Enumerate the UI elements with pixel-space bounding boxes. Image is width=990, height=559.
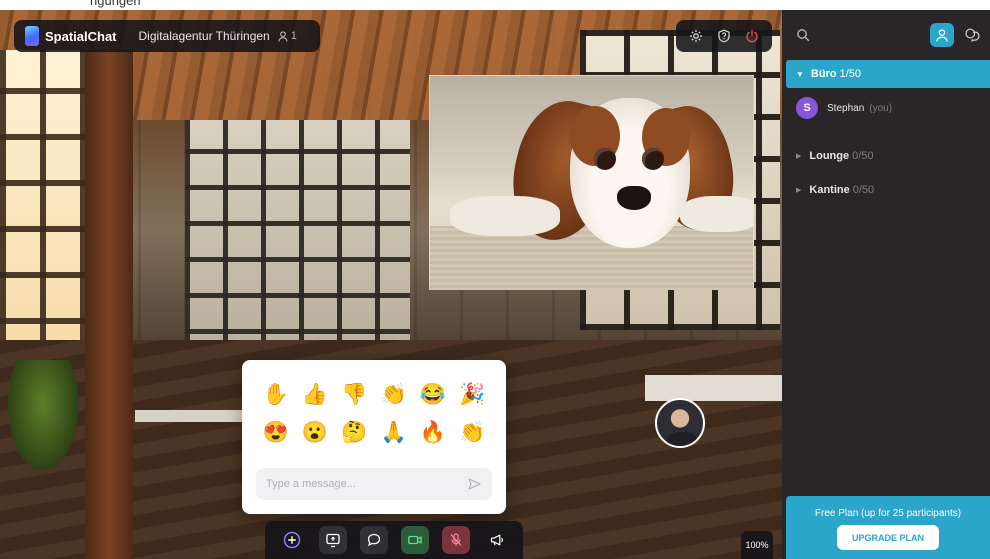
camera-icon[interactable] <box>400 526 429 554</box>
chat-icon[interactable] <box>359 526 388 554</box>
dog-paw-right <box>680 196 753 232</box>
app-name: SpatialChat <box>45 28 117 44</box>
room-name-label: Lounge <box>809 150 850 162</box>
message-input[interactable] <box>266 478 466 490</box>
desk-decor-right <box>645 375 782 401</box>
emoji-surprised[interactable]: 😮 <box>295 420 334 446</box>
emoji-heart-eyes[interactable]: 😍 <box>256 420 295 446</box>
emoji-thumbs-up[interactable]: 👍 <box>295 382 334 408</box>
right-sidebar: ▼ Büro 1/50 S Stephan (you) ▶ Lounge 0/5… <box>782 10 990 559</box>
emoji-chat-popup: ✋ 👍 👎 👏 😂 🎉 😍 😮 🤔 🙏 🔥 👏 <box>242 360 506 514</box>
user-webcam-avatar[interactable] <box>655 398 705 448</box>
plant-decor <box>8 360 78 470</box>
add-icon[interactable] <box>278 526 306 554</box>
chat-bubbles-icon[interactable] <box>962 25 982 45</box>
message-box <box>256 468 492 500</box>
dog-eye-left <box>594 148 616 170</box>
emoji-grid: ✋ 👍 👎 👏 😂 🎉 😍 😮 🤔 🙏 🔥 👏 <box>256 382 492 446</box>
participant-count[interactable]: 1 <box>278 30 297 42</box>
help-icon[interactable] <box>714 26 734 46</box>
emoji-pray[interactable]: 🙏 <box>374 420 413 446</box>
room-name-label: Kantine <box>809 184 850 196</box>
caret-right-icon: ▶ <box>796 187 802 194</box>
room-name-label: Büro <box>810 68 837 80</box>
emoji-raised-hand[interactable]: ✋ <box>256 382 295 408</box>
dog-nose <box>617 186 651 210</box>
plan-banner: Free Plan (up for 25 participants) UPGRA… <box>786 496 990 559</box>
app-window: ngungen SpatialChat Digitalagentur Thüri… <box>0 0 990 559</box>
window-decor-middle <box>185 120 410 370</box>
upgrade-plan-button[interactable]: UPGRADE PLAN <box>837 525 939 550</box>
emoji-clap[interactable]: 👏 <box>374 382 413 408</box>
sidebar-header <box>782 10 990 60</box>
room-name[interactable]: Digitalagentur Thüringen <box>139 29 270 43</box>
desk-decor-left <box>135 410 255 422</box>
emoji-thumbs-down[interactable]: 👎 <box>335 382 374 408</box>
caret-right-icon: ▶ <box>796 153 802 160</box>
caption-text: ngungen <box>90 0 141 8</box>
bottom-toolbar <box>265 521 523 559</box>
emoji-thinking[interactable]: 🤔 <box>335 420 374 446</box>
power-icon[interactable] <box>742 26 762 46</box>
room-item-lounge[interactable]: ▶ Lounge 0/50 <box>796 150 874 162</box>
room-bar: SpatialChat Digitalagentur Thüringen 1 <box>14 20 320 52</box>
mic-off-icon[interactable] <box>441 526 470 554</box>
emoji-laughing[interactable]: 😂 <box>413 382 452 408</box>
dog-paw-left <box>450 196 560 236</box>
emoji-party[interactable]: 🎉 <box>453 382 492 408</box>
screen-share-icon[interactable] <box>318 526 347 554</box>
share-rug <box>430 226 753 289</box>
people-icon[interactable] <box>930 23 954 47</box>
room-item-kantine[interactable]: ▶ Kantine 0/50 <box>796 184 874 196</box>
search-icon[interactable] <box>794 26 812 44</box>
member-name: Stephan <box>827 102 865 114</box>
room-count-label: 0/50 <box>852 150 874 162</box>
zoom-level[interactable]: 100% <box>741 531 773 559</box>
room-count-label: 0/50 <box>852 184 875 196</box>
participant-count-value: 1 <box>290 30 297 42</box>
emoji-fire[interactable]: 🔥 <box>413 420 452 446</box>
screen-share-window[interactable] <box>429 75 754 290</box>
member-item[interactable]: S Stephan (you) <box>796 97 892 119</box>
megaphone-icon[interactable] <box>483 526 511 554</box>
plan-text: Free Plan (up for 25 participants) <box>814 508 962 519</box>
dog-eye-right <box>642 148 664 170</box>
room-count-label: 1/50 <box>839 68 862 80</box>
logo-icon <box>25 26 39 46</box>
caption-strip: ngungen <box>0 0 990 10</box>
send-icon[interactable] <box>466 476 482 492</box>
avatar: S <box>796 97 818 119</box>
room-item-active[interactable]: ▼ Büro 1/50 <box>786 60 990 88</box>
column-decor <box>85 50 133 559</box>
emoji-wave[interactable]: 👏 <box>453 420 492 446</box>
caret-down-icon: ▼ <box>796 69 804 79</box>
member-tag: (you) <box>869 102 893 114</box>
settings-icon[interactable] <box>686 26 706 46</box>
user-icon <box>278 30 288 42</box>
stage-controls <box>676 20 772 52</box>
